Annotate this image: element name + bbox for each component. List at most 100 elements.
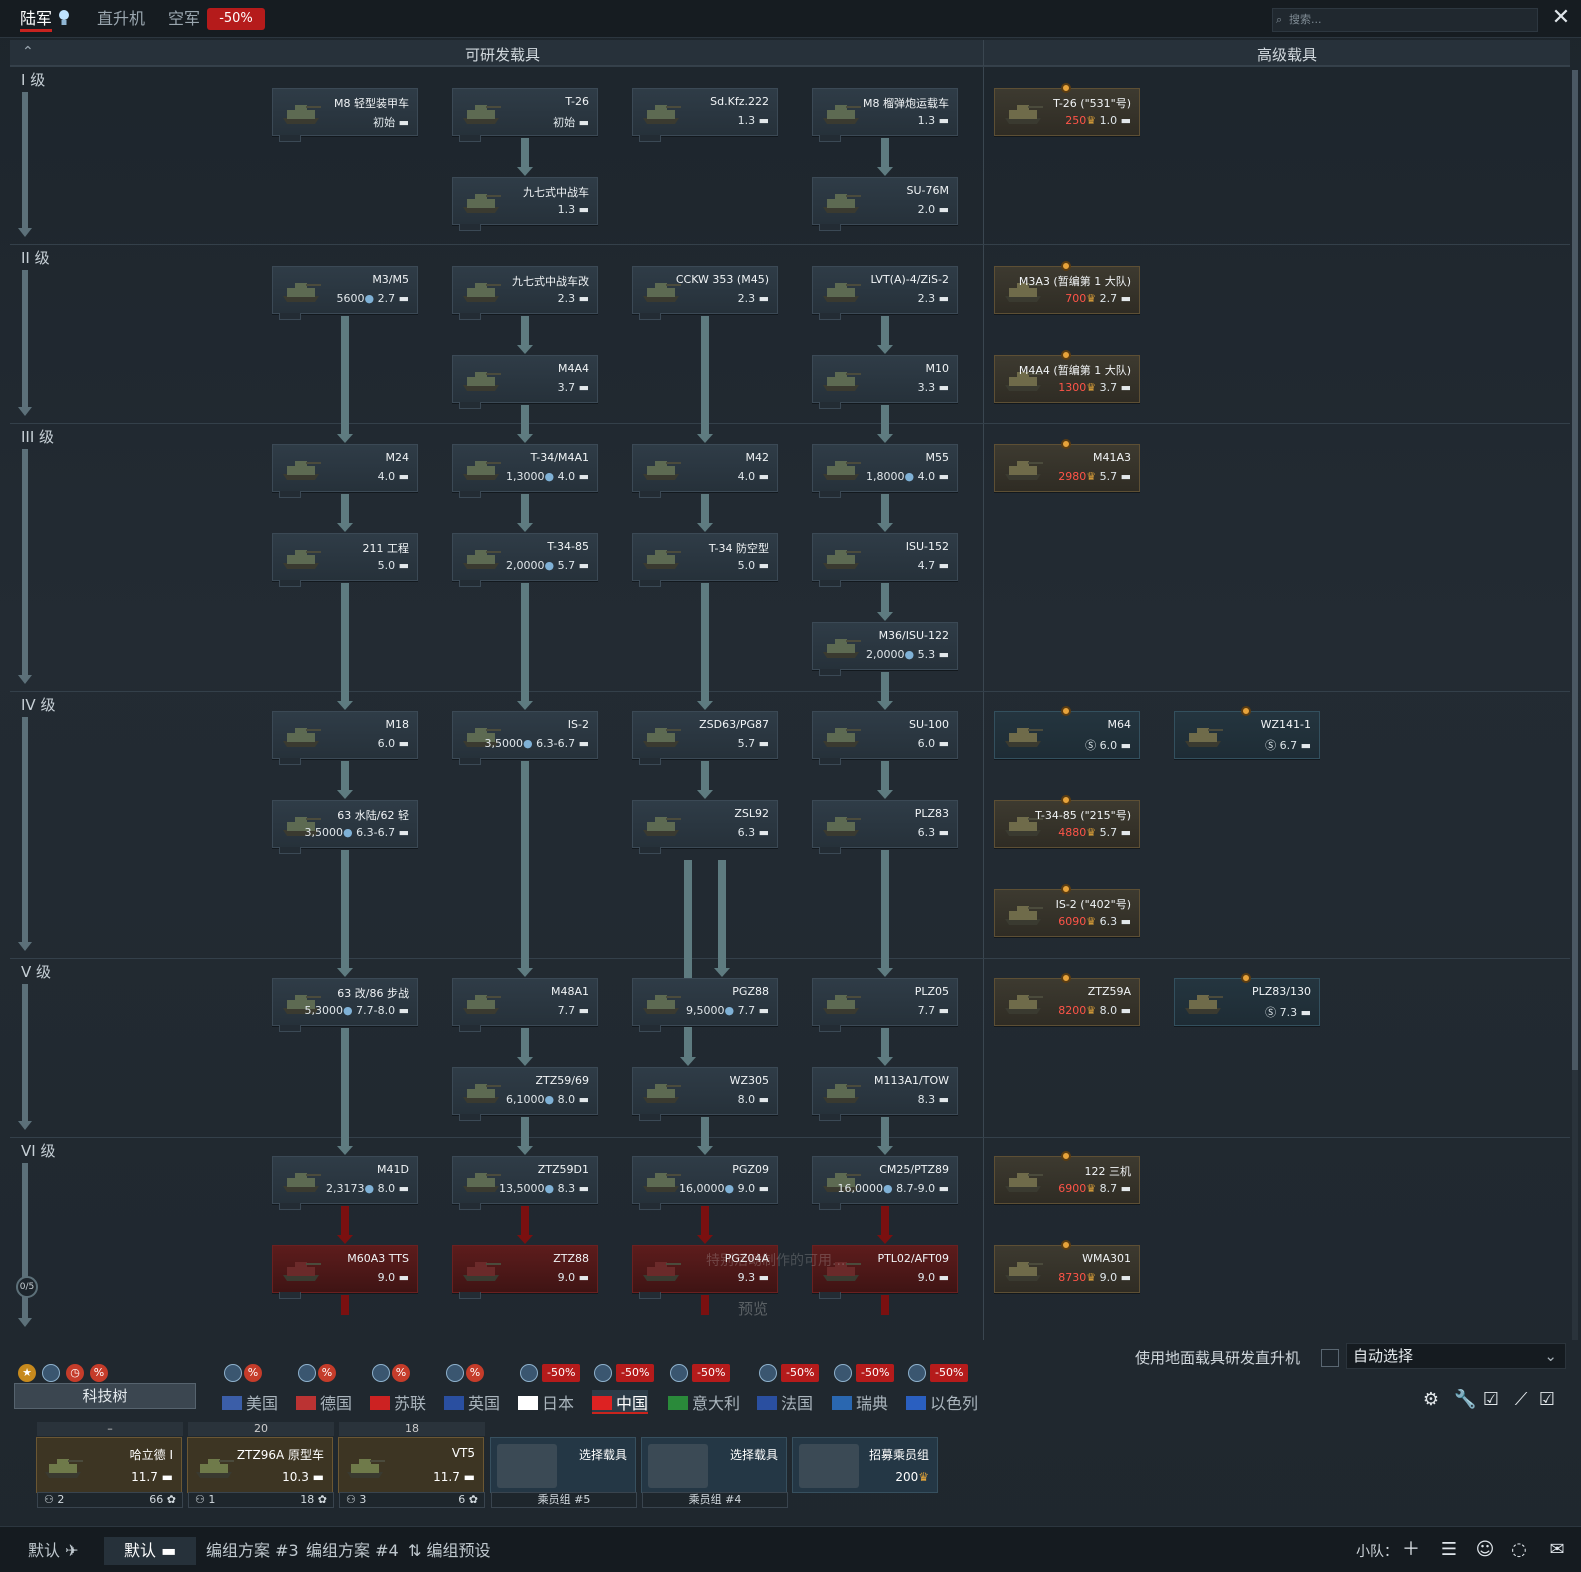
tab-aviation[interactable]: 空军	[168, 6, 200, 32]
vehicle-card[interactable]: WZ305 8.0 ▬	[632, 1067, 778, 1121]
vehicle-card[interactable]: T-26 初始 ▬	[452, 88, 598, 142]
vehicle-slot-tab[interactable]	[819, 313, 841, 320]
crew-slot[interactable]: – 哈立德 I 11.7 ▬ ⚇ 2 66 ✿	[36, 1422, 183, 1508]
country-tab[interactable]: 苏联	[370, 1390, 426, 1414]
vehicle-card[interactable]: M10 3.3 ▬	[812, 355, 958, 409]
vehicle-card[interactable]: ZTZ88 9.0 ▬	[452, 1245, 598, 1299]
list-icon[interactable]: ☰	[1438, 1539, 1460, 1561]
vehicle-card[interactable]: M60A3 TTS 9.0 ▬	[272, 1245, 418, 1299]
country-tab[interactable]: 以色列	[906, 1390, 978, 1414]
country-tab[interactable]: 德国	[296, 1390, 352, 1414]
rank-label[interactable]: I 级	[21, 69, 45, 90]
vehicle-card[interactable]: ISU-152 4.7 ▬	[812, 533, 958, 587]
heli-research-checkbox[interactable]	[1321, 1349, 1339, 1367]
vehicle-card[interactable]: M4A4 (暂编第 1 大队) 1300♛ 3.7 ▬	[994, 350, 1140, 403]
vehicle-card[interactable]: M3A3 (暂编第 1 大队) 700♛ 2.7 ▬	[994, 261, 1140, 314]
country-tab[interactable]: 中国	[592, 1390, 649, 1414]
vehicle-card[interactable]: T-34 防空型 5.0 ▬	[632, 533, 778, 587]
vehicle-card[interactable]: M8 榴弹炮运载车 1.3 ▬	[812, 88, 958, 142]
rank-label[interactable]: VI 级	[21, 1140, 55, 1161]
vehicle-slot-tab[interactable]	[639, 1292, 661, 1299]
rank-label[interactable]: III 级	[21, 426, 54, 447]
vehicle-slot-tab[interactable]	[639, 491, 661, 498]
auto-select-dropdown[interactable]: 自动选择 ⌄	[1346, 1343, 1566, 1369]
vehicle-slot-tab[interactable]	[459, 313, 481, 320]
mail-icon[interactable]: ✉	[1546, 1539, 1568, 1561]
vehicle-slot-tab[interactable]	[279, 1203, 301, 1210]
vehicle-card[interactable]: ZSD63/PG87 5.7 ▬	[632, 711, 778, 765]
vehicle-slot-tab[interactable]	[639, 580, 661, 587]
preset-default-air[interactable]: 默认 ✈	[28, 1537, 102, 1565]
country-tab[interactable]: 英国	[444, 1390, 500, 1414]
vehicle-slot-tab[interactable]	[459, 1292, 481, 1299]
country-tab[interactable]: 瑞典	[832, 1390, 888, 1414]
empty-crew-slot[interactable]: 选择载具 乘员组 #4	[641, 1437, 788, 1508]
vehicle-slot-tab[interactable]	[279, 580, 301, 587]
vehicle-slot-tab[interactable]	[819, 580, 841, 587]
vehicle-slot-tab[interactable]	[639, 847, 661, 854]
vehicle-card[interactable]: ZTZ59/69 6,1000● 8.0 ▬	[452, 1067, 598, 1121]
vehicle-slot-tab[interactable]	[459, 758, 481, 765]
country-tab[interactable]: 美国	[222, 1390, 278, 1414]
rank-label[interactable]: IV 级	[21, 694, 55, 715]
vehicle-slot-tab[interactable]	[819, 758, 841, 765]
vehicle-card[interactable]: M18 6.0 ▬	[272, 711, 418, 765]
tab-ground[interactable]: 陆军	[20, 6, 53, 32]
vehicle-slot-tab[interactable]	[819, 847, 841, 854]
collapse-all-icon[interactable]: ⌃	[22, 44, 34, 60]
vehicle-slot-tab[interactable]	[459, 224, 481, 231]
vehicle-card[interactable]: ZTZ59A 8200♛ 8.0 ▬	[994, 973, 1140, 1026]
check-icon[interactable]: ☑	[1480, 1389, 1502, 1411]
rank-label[interactable]: V 级	[21, 961, 51, 982]
vehicle-card[interactable]: 63 水陆/62 轻 3,5000● 6.3-6.7 ▬	[272, 800, 418, 854]
vehicle-card[interactable]: ZTZ59D1 13,5000● 8.3 ▬	[452, 1156, 598, 1210]
vehicle-slot-tab[interactable]	[459, 580, 481, 587]
vehicle-slot-tab[interactable]	[459, 135, 481, 142]
vehicle-card[interactable]: Sd.Kfz.222 1.3 ▬	[632, 88, 778, 142]
discount-icon[interactable]: %	[90, 1364, 108, 1382]
empty-crew-slot[interactable]: 选择载具 乘员组 #5	[490, 1437, 637, 1508]
country-tab[interactable]: 日本	[518, 1390, 574, 1414]
vehicle-card[interactable]: 63 改/86 步战 5,3000● 7.7-8.0 ▬	[272, 978, 418, 1032]
crew-slot[interactable]: 20 ZTZ96A 原型车 10.3 ▬ ⚇ 1 18 ✿	[187, 1422, 334, 1508]
vehicle-card[interactable]: 九七式中战车 1.3 ▬	[452, 177, 598, 231]
vehicle-slot-tab[interactable]	[639, 758, 661, 765]
vehicle-card[interactable]: M3/M5 5600● 2.7 ▬	[272, 266, 418, 320]
preset-3[interactable]: 编组方案 #3	[206, 1537, 299, 1565]
vehicle-card[interactable]: SU-76M 2.0 ▬	[812, 177, 958, 231]
vehicle-slot-tab[interactable]	[279, 313, 301, 320]
recruit-crew-slot[interactable]: 招募乘员组 200♛	[792, 1437, 938, 1493]
crew-slot[interactable]: 18 VT5 11.7 ▬ ⚇ 3 6 ✿	[338, 1422, 485, 1508]
vehicle-card[interactable]: WMA301 8730♛ 9.0 ▬	[994, 1240, 1140, 1293]
vehicle-card[interactable]: T-34-85 ("215"号) 4880♛ 5.7 ▬	[994, 795, 1140, 848]
vehicle-card[interactable]: PGZ88 9,5000● 7.7 ▬	[632, 978, 778, 1032]
vehicle-card[interactable]: SU-100 6.0 ▬	[812, 711, 958, 765]
vehicle-card[interactable]: PLZ83/130 Ⓢ 7.3 ▬	[1174, 973, 1320, 1026]
search-input[interactable]: ⌕ 搜索...	[1272, 8, 1538, 32]
vehicle-card[interactable]: M113A1/TOW 8.3 ▬	[812, 1067, 958, 1121]
star-icon[interactable]: ★	[18, 1364, 36, 1382]
vehicle-slot-tab[interactable]	[639, 313, 661, 320]
vehicle-card[interactable]: IS-2 3,5000● 6.3-6.7 ▬	[452, 711, 598, 765]
vehicle-card[interactable]: M24 4.0 ▬	[272, 444, 418, 498]
vehicle-card[interactable]: IS-2 ("402"号) 6090♛ 6.3 ▬	[994, 884, 1140, 937]
vehicle-slot-tab[interactable]	[459, 1203, 481, 1210]
preset-4[interactable]: 编组方案 #4	[306, 1537, 399, 1565]
vehicle-card[interactable]: M64 Ⓢ 6.0 ▬	[994, 706, 1140, 759]
country-tab[interactable]: 法国	[757, 1390, 813, 1414]
techtree-selector[interactable]: 科技树	[14, 1383, 196, 1409]
vehicle-card[interactable]: M55 1,8000● 4.0 ▬	[812, 444, 958, 498]
country-tab[interactable]: 意大利	[668, 1390, 740, 1414]
close-icon[interactable]: ✕	[1550, 7, 1572, 30]
vehicle-card[interactable]: PGZ09 16,0000● 9.0 ▬	[632, 1156, 778, 1210]
chat-icon[interactable]: ◌	[1508, 1539, 1530, 1561]
vehicle-slot-tab[interactable]	[819, 402, 841, 409]
vehicle-card[interactable]: PLZ83 6.3 ▬	[812, 800, 958, 854]
rank-label[interactable]: II 级	[21, 247, 50, 268]
vehicle-card[interactable]: T-34/M4A1 1,3000● 4.0 ▬	[452, 444, 598, 498]
tree-scrollbar[interactable]	[1572, 70, 1578, 1340]
tab-helicopters[interactable]: 直升机	[97, 6, 145, 32]
add-icon[interactable]: ＋	[1400, 1539, 1422, 1561]
vehicle-card[interactable]: PLZ05 7.7 ▬	[812, 978, 958, 1032]
vehicle-slot-tab[interactable]	[639, 135, 661, 142]
